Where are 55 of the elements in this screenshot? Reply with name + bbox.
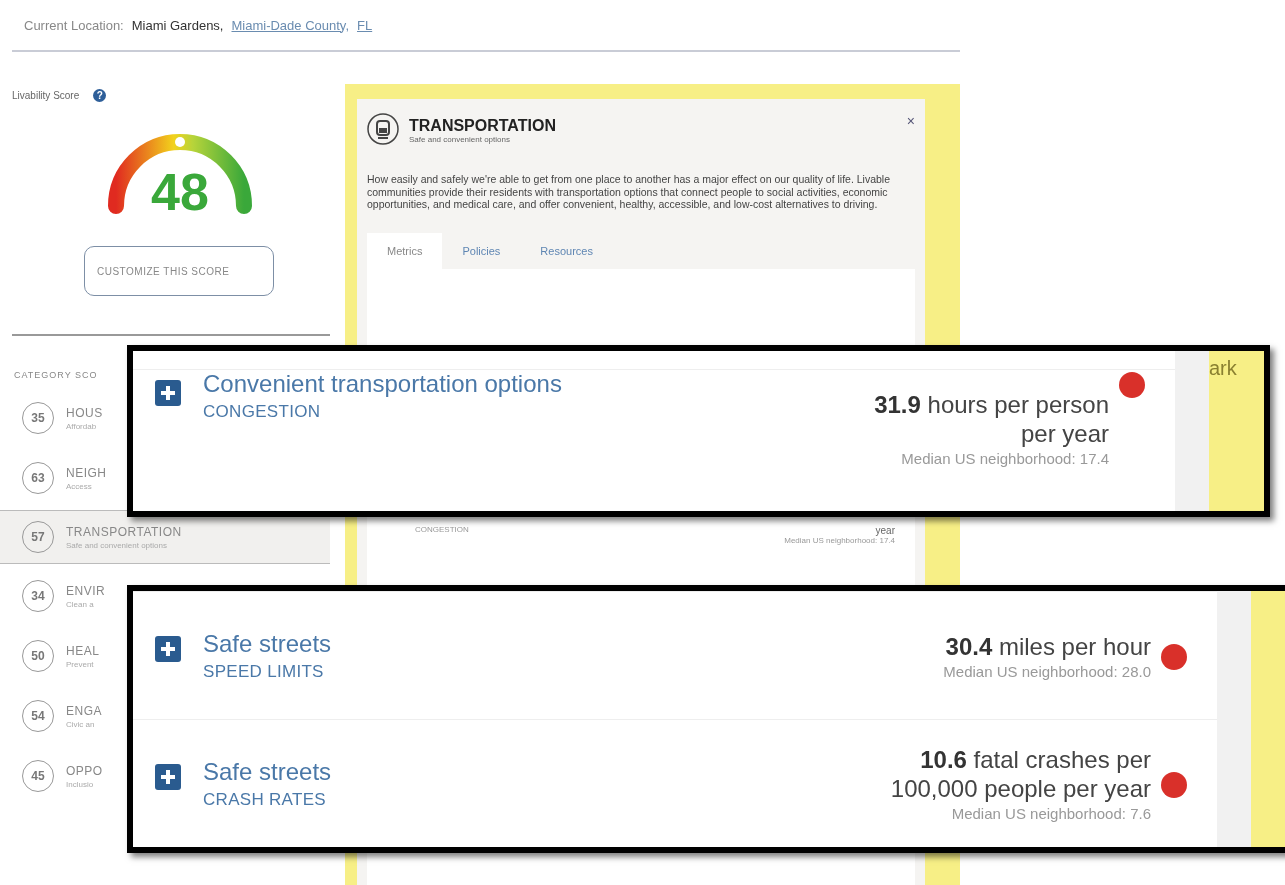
category-item[interactable]: 50 HEAL Prevent (12, 626, 124, 686)
city-name: Miami Gardens, (131, 17, 224, 33)
metric-category: CONGESTION (415, 524, 469, 536)
state-link[interactable]: FL (357, 17, 373, 33)
category-title: OPPO (66, 763, 103, 778)
metric-category: SPEED LIMITS (203, 661, 325, 682)
category-title: NEIGH (66, 465, 107, 480)
close-button[interactable]: × (906, 113, 915, 129)
county-link[interactable]: Miami-Dade County, (231, 17, 349, 33)
category-subtitle: Affordab (66, 421, 98, 431)
metric-category: CONGESTION (203, 402, 322, 422)
score-gauge: 48 (102, 124, 258, 220)
metric-title[interactable]: Convenient transportation options (203, 370, 847, 398)
category-subtitle: Prevent (66, 659, 95, 669)
customize-score-button[interactable]: CUSTOMIZE THIS SCORE (84, 246, 274, 296)
median-text: Median US neighborhood: 28.0 (943, 662, 1151, 680)
category-subtitle: Civic an (66, 719, 96, 729)
help-icon[interactable]: ? (93, 89, 107, 102)
category-subtitle: Access (66, 481, 93, 491)
metric-title[interactable]: Safe streets (203, 629, 944, 658)
median-text: Median US neighborhood: 7.6 (951, 805, 1151, 822)
score-label: Livability Score (12, 90, 80, 101)
map-label: ark (1209, 357, 1237, 379)
median-text: Median US neighborhood: 17.4 (901, 450, 1109, 467)
metric-category: CRASH RATES (203, 789, 327, 810)
category-title: HEAL (66, 643, 100, 658)
expand-icon[interactable] (155, 763, 181, 790)
panel-subtitle: Safe and convenient options (409, 135, 511, 144)
section-heading: CATEGORY SCO (14, 370, 99, 380)
metric-value: 31.9 hours per person per year (873, 390, 1109, 448)
category-item[interactable]: 35 HOUS Affordab (12, 388, 124, 448)
metric-value: year (875, 524, 895, 536)
metric-value: 30.4 miles per hour (945, 631, 1151, 661)
expand-icon[interactable] (155, 380, 181, 406)
panel-title: TRANSPORTATION (409, 117, 556, 135)
category-item[interactable]: 63 NEIGH Access (12, 448, 124, 508)
train-icon (367, 113, 399, 145)
category-subtitle: Inclusio (66, 779, 95, 789)
panel-tab[interactable]: Metrics (367, 232, 443, 269)
category-item[interactable]: 45 OPPO Inclusio (12, 746, 124, 806)
panel-tab[interactable]: Policies (442, 232, 521, 269)
expand-icon[interactable] (155, 635, 181, 662)
panel-tab[interactable]: Resources (520, 232, 613, 269)
category-title: ENGA (66, 703, 102, 718)
category-item[interactable]: 54 ENGA Civic an (12, 686, 124, 746)
category-item[interactable]: 34 ENVIR Clean a (12, 566, 124, 626)
panel-description: How easily and safely we're able to get from one place to another has a major effect on our quality of life. Livable communities provide their residents with transportation options that connect people to social activities, economic opportunities, and medical care, and offer convenient, healthy, accessible, and low-cost alternatives to driving. (367, 173, 892, 211)
metric-value: 10.6 fatal crashes per 100,000 people per year (889, 745, 1151, 803)
metric-title[interactable]: Safe streets (203, 757, 851, 786)
median-text: Median US neighborhood: 17.4 (784, 535, 895, 545)
location-label: Current Location: (24, 17, 124, 33)
category-title: ENVIR (66, 583, 106, 598)
category-title: HOUS (66, 405, 103, 420)
category-subtitle: Clean a (66, 599, 95, 609)
category-title: TRANSPORTATION (66, 524, 182, 539)
